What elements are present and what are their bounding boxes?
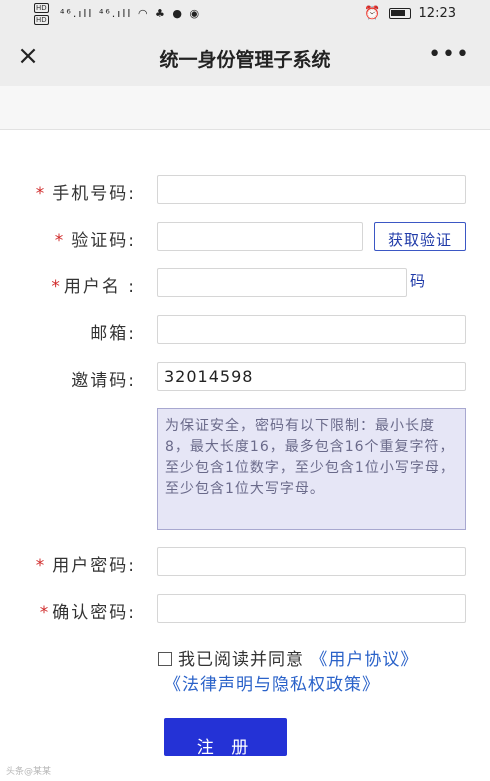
required-mark: * xyxy=(35,556,47,576)
privacy-policy-link[interactable]: 《法律声明与隐私权政策》 xyxy=(164,675,380,695)
code-row: * 验证码: 获取验证 xyxy=(0,222,490,252)
required-mark: * xyxy=(51,277,62,297)
required-mark: * xyxy=(39,603,51,623)
sub-header xyxy=(0,86,490,130)
username-label: * 用户名 : xyxy=(51,277,136,297)
code-input[interactable] xyxy=(157,222,363,251)
invite-label: 邀请码: xyxy=(71,371,136,391)
username-input[interactable] xyxy=(157,268,407,297)
required-mark: * xyxy=(54,231,66,251)
more-options-icon[interactable]: ••• xyxy=(428,42,470,67)
phone-input[interactable] xyxy=(157,175,466,204)
invite-row: 邀请码: 32014598 xyxy=(0,362,490,392)
password-row: * 用户密码: xyxy=(0,547,490,577)
invite-input[interactable]: 32014598 xyxy=(157,362,466,391)
username-row: * 用户名 : xyxy=(0,268,490,298)
alarm-icon: ⏰ xyxy=(364,6,381,21)
watermark: 头条@某某 xyxy=(6,767,52,777)
password-label: * 用户密码: xyxy=(35,556,136,576)
privacy-line: 《法律声明与隐私权政策》 xyxy=(164,670,380,695)
battery-icon xyxy=(388,8,411,19)
phone-label: * 手机号码: xyxy=(35,184,136,204)
signal-icons: ⁴⁶.ıll ⁴⁶.ıll ◠ ♣ ● ◉ xyxy=(60,7,202,20)
register-button[interactable]: 注 册 xyxy=(164,718,287,758)
password-rules-notice: 为保证安全，密码有以下限制：最小长度8，最大长度16，最多包含16个重复字符，至… xyxy=(157,408,466,530)
required-mark: * xyxy=(35,184,47,204)
title-bar: × 统一身份管理子系统 ••• xyxy=(0,30,490,86)
user-agreement-link[interactable]: 《用户协议》 xyxy=(310,650,418,670)
hd-badge-2: HD xyxy=(34,15,49,25)
page-title: 统一身份管理子系统 xyxy=(159,49,331,71)
phone-row: * 手机号码: xyxy=(0,175,490,205)
password-input[interactable] xyxy=(157,547,466,576)
code-label: * 验证码: xyxy=(54,231,136,251)
agreement-line: 我已阅读并同意 《用户协议》 xyxy=(158,645,418,670)
email-row: 邮箱: xyxy=(0,315,490,345)
confirm-password-input[interactable] xyxy=(157,594,466,623)
confirm-password-row: * 确认密码: xyxy=(0,594,490,624)
hd-badge: HD xyxy=(34,3,49,13)
agree-text: 我已阅读并同意 xyxy=(178,650,304,670)
status-right: ⏰ 12:23 xyxy=(364,6,456,21)
agree-checkbox[interactable] xyxy=(158,652,172,666)
email-input[interactable] xyxy=(157,315,466,344)
confirm-password-label: * 确认密码: xyxy=(39,603,136,623)
email-label: 邮箱: xyxy=(90,324,136,344)
status-bar: HD HD ⁴⁶.ıll ⁴⁶.ıll ◠ ♣ ● ◉ ⏰ 12:23 xyxy=(0,0,490,30)
status-time: 12:23 xyxy=(418,6,456,21)
get-code-button[interactable]: 获取验证 xyxy=(374,222,466,251)
